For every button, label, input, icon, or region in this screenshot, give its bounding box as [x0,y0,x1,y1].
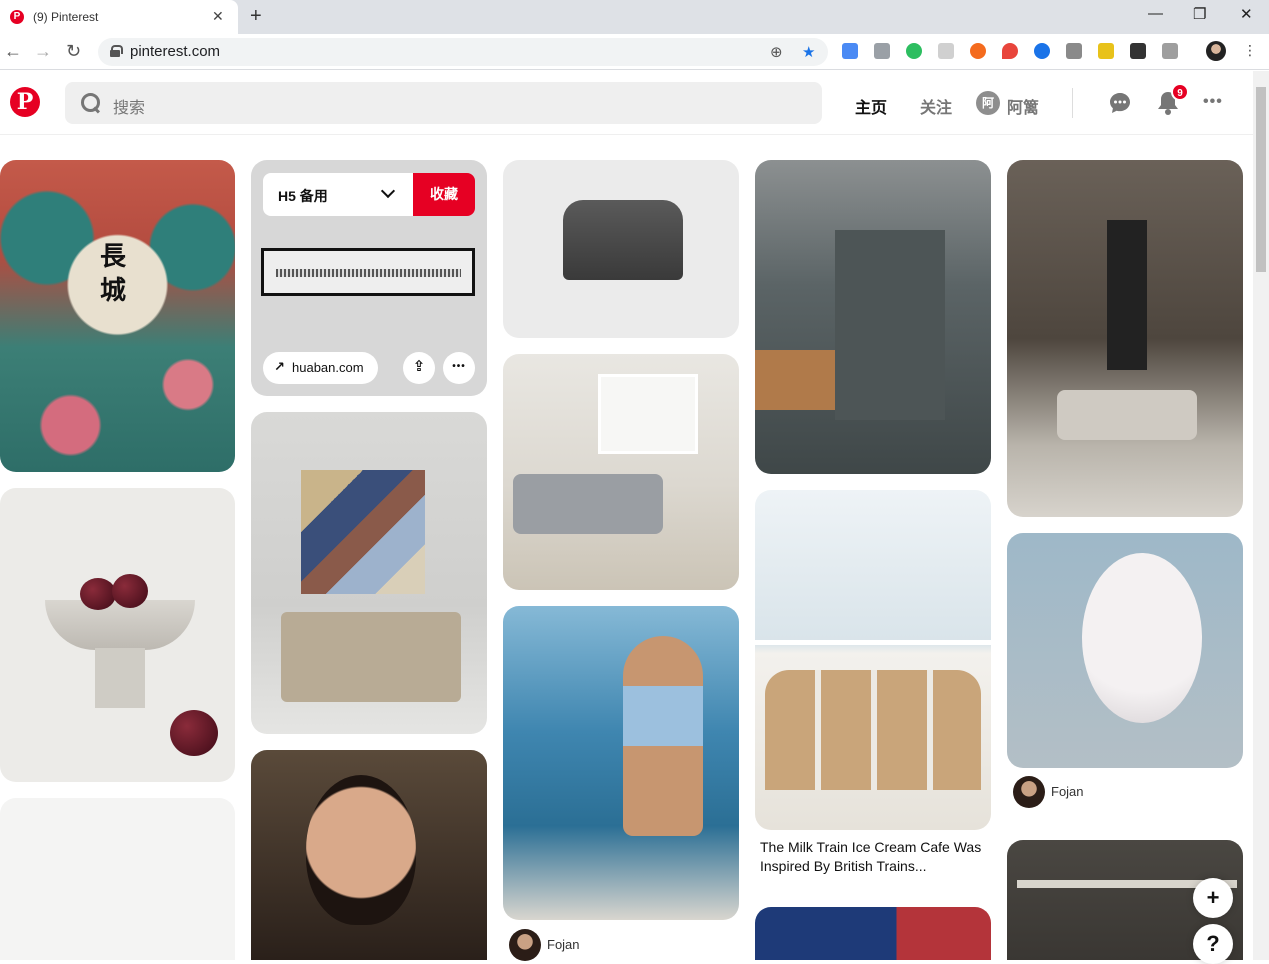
poster-title-glyph: 長城 [100,242,127,306]
sofa-image [1057,390,1197,440]
tab-title: (9) Pinterest [33,10,99,24]
board-selector[interactable]: H5 备用 [263,173,413,216]
pin-great-wall-poster[interactable]: 長城 [0,160,235,472]
extension-icon[interactable] [970,43,986,59]
page-scrollbar[interactable] [1253,71,1269,960]
pin-colorful-interior[interactable] [755,907,991,960]
board-name: H5 备用 [278,188,328,204]
chevron-down-icon [380,183,396,199]
nav-following[interactable]: 关注 [920,94,952,118]
window-image [598,374,698,454]
cabinet-image [835,230,945,420]
pin-caption[interactable]: The Milk Train Ice Cream Cafe Was Inspir… [760,838,985,876]
browser-tab-pinterest[interactable]: P (9) Pinterest ✕ [0,0,238,34]
scrollbar-thumb[interactable] [1256,87,1266,272]
pin-bright-living-room[interactable] [503,354,739,590]
notification-count-badge: 9 [1171,83,1189,101]
add-icon[interactable]: ⊕ [770,43,783,61]
restore-button[interactable]: ❐ [1193,5,1206,23]
pin-milk-train-cafe[interactable] [755,490,991,830]
extensions-icon[interactable] [1162,43,1178,59]
image-divider [755,640,991,645]
lock-icon [110,45,123,57]
add-button[interactable]: + [1193,878,1233,918]
header-divider [1072,88,1073,118]
pin-modern-lounge[interactable] [1007,160,1243,517]
sofa-image [513,474,663,534]
pin-white-kitten[interactable] [1007,533,1243,768]
nav-home[interactable]: 主页 [855,94,887,118]
wave-artwork-image [261,248,475,296]
pinterest-header: P 搜索 主页 关注 阿篱 [0,71,1253,135]
desk-image [755,350,835,410]
tab-close-icon[interactable]: ✕ [212,8,224,25]
bowl-image [45,600,195,650]
reload-button[interactable]: ↻ [66,41,81,62]
armchair-image [563,200,683,280]
search-placeholder: 搜索 [113,100,146,117]
browser-tabstrip: P (9) Pinterest ✕ + — ❐ ✕ [0,0,1269,34]
woman-figure-image [623,636,703,836]
search-icon [81,93,100,112]
kitten-image [1082,553,1202,723]
pin-plums-bowl[interactable] [0,488,235,782]
window-close-button[interactable]: ✕ [1240,5,1253,23]
pinterest-logo-icon[interactable]: P [10,87,40,117]
pin-armchair[interactable] [503,160,739,338]
source-link-button[interactable]: ↗ huaban.com [263,352,378,384]
map-pin-extension-icon[interactable] [1002,43,1018,59]
arrow-up-right-icon: ↗ [274,359,285,374]
extension-icon[interactable] [1034,43,1050,59]
translate-extension-icon[interactable] [842,43,858,59]
help-button[interactable]: ? [1193,924,1233,964]
more-options-icon[interactable]: ••• [1203,93,1223,111]
search-input[interactable]: 搜索 [65,82,822,124]
user-avatar[interactable] [1013,776,1045,808]
share-upload-icon[interactable]: ⇪ [403,352,435,384]
drive-extension-icon[interactable] [1066,43,1082,59]
plum-image [112,574,148,608]
chat-bubble-icon[interactable] [1108,91,1132,115]
address-bar[interactable]: pinterest.com ⊕ ★ [98,38,828,66]
user-avatar[interactable] [509,929,541,961]
download-icon[interactable] [1130,43,1146,59]
url-text[interactable]: pinterest.com [130,43,220,60]
extension-icon[interactable] [938,43,954,59]
pin-dark-office[interactable] [755,160,991,474]
wall-art-image [301,470,425,594]
back-button[interactable]: ← [4,41,22,62]
bookmark-star-icon[interactable]: ★ [802,43,815,61]
image-extension-icon[interactable] [874,43,890,59]
pin-living-room-art[interactable] [251,412,487,734]
save-button[interactable]: 收藏 [413,173,475,216]
new-tab-button[interactable]: + [250,5,262,28]
pin-more-icon[interactable]: ••• [443,352,475,384]
pin-user-name[interactable]: Fojan [1051,784,1084,799]
pinterest-favicon-icon: P [10,10,24,24]
extension-icon[interactable] [1098,43,1114,59]
minimize-button[interactable]: — [1148,5,1163,22]
shelf-niche-image [1107,220,1147,370]
profile-avatar[interactable]: 阿 [976,91,1000,115]
sofa-image [281,612,461,702]
plum-image [170,710,218,756]
profile-name[interactable]: 阿篱 [1007,94,1039,118]
pin-white-texture[interactable] [0,798,235,960]
pin-user-name[interactable]: Fojan [547,937,580,952]
profile-avatar-icon[interactable] [1206,41,1226,61]
cafe-booths-image [765,670,981,790]
bowl-stem-image [95,648,145,708]
browser-menu-icon[interactable]: ⋮ [1243,42,1257,59]
pin-portrait[interactable] [251,750,487,960]
source-link-text: huaban.com [292,360,364,375]
portrait-face-image [306,775,416,925]
pin-boat-woman[interactable] [503,606,739,920]
evernote-extension-icon[interactable] [906,43,922,59]
plum-image [80,578,116,610]
forward-button[interactable]: → [34,41,52,62]
